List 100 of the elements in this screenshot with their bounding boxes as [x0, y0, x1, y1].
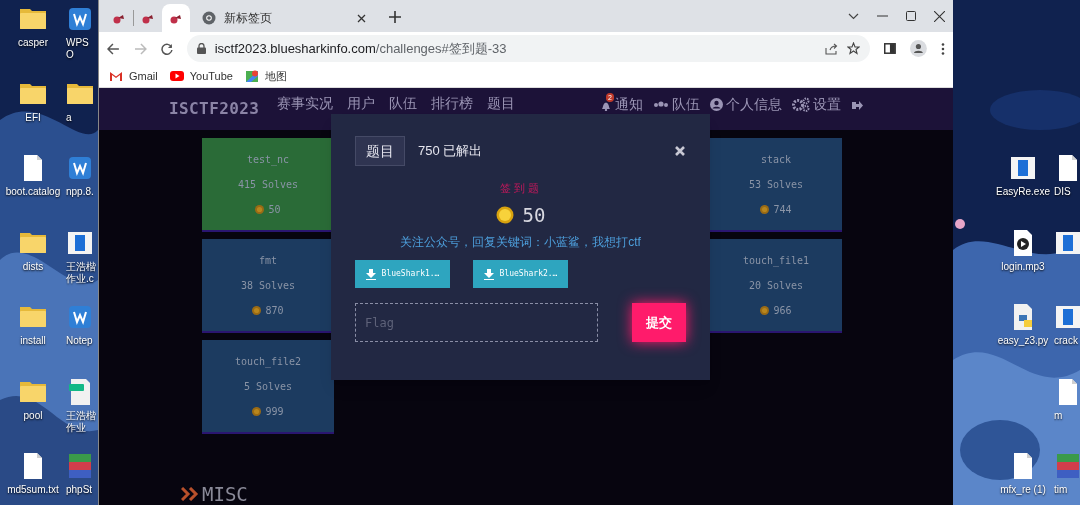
- close-tab-icon[interactable]: [357, 13, 366, 23]
- nav-link[interactable]: 个人信息: [726, 96, 782, 113]
- url-host: isctf2023.bluesharkinfo.com: [214, 40, 376, 56]
- challenge-name: touch_file1: [742, 253, 810, 268]
- new-tab-button[interactable]: [386, 8, 404, 26]
- app-icon[interactable]: [66, 154, 94, 182]
- solve-count: 53 Solves: [748, 177, 804, 192]
- challenge-title: 签到题: [499, 181, 542, 196]
- maximize-icon[interactable]: [906, 11, 916, 21]
- archive-icon[interactable]: [66, 452, 94, 480]
- desktop-icon-label[interactable]: phpSt: [66, 484, 98, 496]
- app-icon[interactable]: [66, 5, 94, 33]
- desktop-icon-label[interactable]: dists: [22, 260, 44, 273]
- nav-link[interactable]: 题目: [487, 95, 516, 112]
- browser-tab[interactable]: [162, 4, 190, 32]
- challenge-points: 744: [773, 202, 792, 217]
- challenge-name: stack: [760, 152, 792, 167]
- desktop-icon-label[interactable]: mfx_re (1): [1000, 484, 1046, 496]
- browser-tab[interactable]: 新标签页: [190, 4, 378, 32]
- desktop-icon-label[interactable]: EasyRe.exe: [996, 186, 1050, 198]
- back-icon[interactable]: [107, 42, 120, 55]
- section-heading: MISC: [202, 482, 248, 505]
- coin-icon: [760, 204, 770, 214]
- double-chevron-icon: [181, 487, 199, 502]
- desktop-icon-label[interactable]: crack: [1054, 335, 1080, 347]
- desktop-icon-label[interactable]: casper: [18, 37, 48, 49]
- challenge-description: 关注公众号，回复关键词：小蓝鲨，我想打ctf: [400, 234, 641, 251]
- challenge-card[interactable]: touch_file2 5 Solves 999: [202, 340, 334, 434]
- solve-count: 415 Solves: [237, 177, 299, 192]
- coin-icon: [760, 305, 770, 315]
- desktop-icon-label[interactable]: install: [20, 335, 46, 347]
- desktop-icon-label[interactable]: login.mp3: [1001, 260, 1045, 273]
- desktop-icon-label[interactable]: 王浩楷作业: [66, 409, 98, 434]
- nav-link[interactable]: 赛事实况: [277, 95, 334, 112]
- chrome-icon: [202, 11, 216, 25]
- challenge-card[interactable]: stack 53 Solves 744: [710, 138, 842, 232]
- challenge-card[interactable]: fmt 38 Solves 870: [202, 239, 334, 333]
- bookmark-link[interactable]: YouTube: [169, 67, 233, 85]
- solve-count: 5 Solves: [243, 379, 293, 394]
- bookmark-link[interactable]: 地图: [244, 67, 287, 85]
- nav-link[interactable]: 队伍: [672, 96, 700, 113]
- coin-icon: [252, 406, 262, 416]
- nav-link[interactable]: 用户: [347, 95, 376, 112]
- site-favicon-icon: [142, 12, 154, 24]
- desktop-icon-label[interactable]: m: [1054, 409, 1080, 422]
- desktop-icon-label[interactable]: pool: [23, 409, 43, 422]
- document-icon[interactable]: [1009, 154, 1037, 182]
- challenge-name: test_nc: [246, 152, 290, 167]
- share-icon[interactable]: [825, 42, 839, 55]
- profile-avatar-icon[interactable]: [910, 40, 928, 57]
- nav-link[interactable]: 通知: [615, 96, 643, 113]
- desktop-icon-label[interactable]: npp.8.: [66, 186, 98, 198]
- desktop-icon-label[interactable]: 王浩楷作业.c: [66, 260, 98, 285]
- desktop-icon-label[interactable]: md5sum.txt: [7, 484, 59, 496]
- desktop-icon-label[interactable]: DIS: [1054, 186, 1080, 198]
- map-icon: [244, 70, 259, 82]
- side-panel-icon[interactable]: [884, 43, 897, 54]
- challenge-card[interactable]: touch_file1 20 Solves 966: [710, 239, 842, 333]
- site-logo[interactable]: ISCTF2023: [169, 97, 260, 121]
- desktop-icon-label[interactable]: a: [66, 111, 98, 124]
- url-path: /challenges#签到题-33: [375, 40, 507, 56]
- site-favicon-icon: [113, 12, 125, 24]
- challenge-points: 999: [265, 404, 284, 419]
- challenge-points: 50: [268, 202, 281, 217]
- dialog-tab[interactable]: 题目: [355, 136, 405, 166]
- lock-icon: [196, 43, 206, 54]
- nav-link[interactable]: 排行榜: [431, 95, 474, 112]
- coin-icon: [252, 305, 262, 315]
- desktop-icon-label[interactable]: boot.catalog: [5, 186, 61, 198]
- coin-icon: [255, 204, 265, 214]
- challenge-name: fmt: [258, 253, 278, 268]
- site-favicon-icon: [170, 12, 182, 24]
- challenge-points: 966: [773, 303, 792, 318]
- submit-button[interactable]: 提交: [632, 303, 686, 342]
- challenge-points: 50: [522, 202, 546, 228]
- user-circle-icon[interactable]: [710, 98, 723, 111]
- bookmark-link[interactable]: Gmail: [109, 67, 158, 85]
- solve-count: 750 已解出: [418, 142, 483, 161]
- solve-count: 20 Solves: [748, 278, 804, 293]
- gears-icon[interactable]: [792, 97, 810, 112]
- desktop-icon-label[interactable]: tim: [1054, 484, 1080, 496]
- nav-link[interactable]: 队伍: [389, 95, 418, 112]
- challenge-name: touch_file2: [234, 354, 302, 369]
- nav-link[interactable]: 设置: [813, 96, 841, 113]
- desktop-icon-label[interactable]: EFI: [25, 111, 41, 124]
- download-icon: [483, 268, 494, 280]
- coin-icon: [495, 205, 514, 224]
- chevron-down-icon[interactable]: [848, 12, 859, 20]
- menu-icon[interactable]: [941, 42, 945, 55]
- star-icon[interactable]: [847, 42, 861, 55]
- desktop-icon-label[interactable]: Notep: [66, 335, 98, 347]
- close-icon[interactable]: [934, 10, 945, 22]
- address-bar[interactable]: isctf2023.bluesharkinfo.com/challenges#签到题-33: [186, 35, 871, 62]
- flag-input-field[interactable]: Flag: [355, 303, 598, 342]
- desktop-icon-label[interactable]: easy_z3.py: [997, 335, 1049, 347]
- challenge-points: 870: [265, 303, 284, 318]
- play-icon: [169, 70, 184, 82]
- reload-icon[interactable]: [160, 42, 173, 55]
- desktop-icon-label[interactable]: WPS O: [66, 37, 98, 61]
- solve-count: 38 Solves: [240, 278, 296, 293]
